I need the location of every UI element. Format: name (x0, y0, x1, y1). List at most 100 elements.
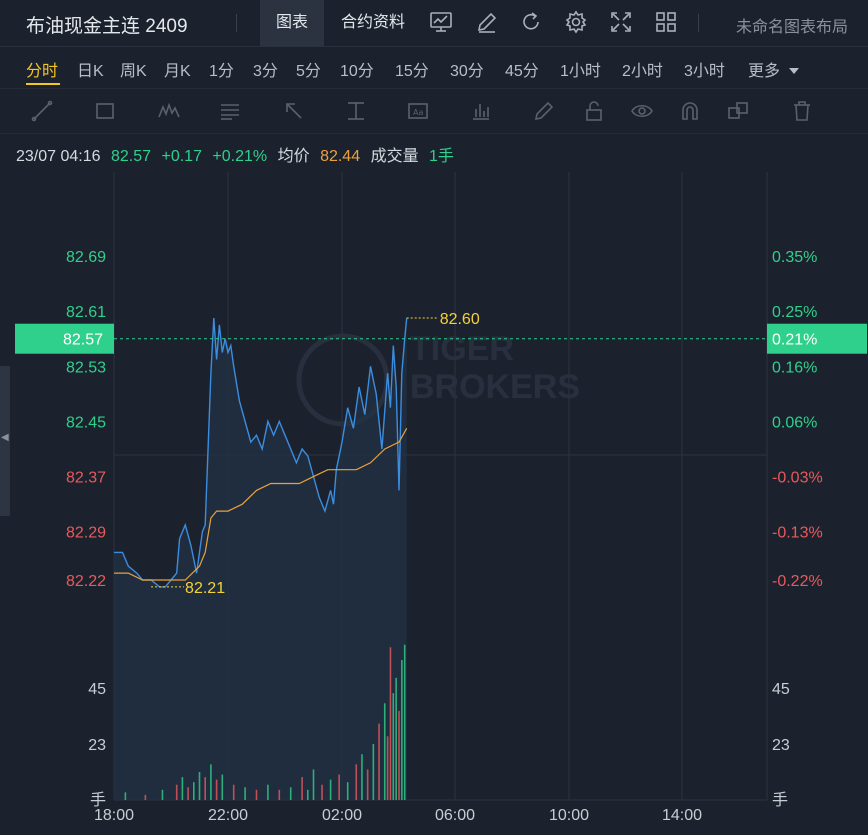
volume-tick-label: 23 (772, 737, 790, 754)
time-tick-label: 02:00 (322, 807, 362, 824)
volume-bar (392, 693, 395, 800)
pattern-tool-icon[interactable] (157, 99, 181, 123)
volume-bar (401, 660, 403, 800)
volume-bar (144, 794, 147, 800)
current-price-badge-label: 82.57 (63, 332, 103, 349)
volume-bar (372, 744, 375, 800)
bar-tool-icon[interactable] (469, 99, 493, 123)
volume-bar (244, 787, 246, 800)
volume-bar (307, 789, 309, 800)
duplicate-icon[interactable] (726, 99, 750, 123)
lock-icon[interactable] (582, 99, 606, 123)
measure-tool-icon[interactable] (344, 99, 368, 123)
pct-tick-label: 0.06% (772, 414, 817, 431)
volume-bar (361, 754, 363, 800)
tf-daily[interactable]: 日K (77, 57, 104, 81)
top-bar: 布油现金主连 2409 图表 合约资料 未命名图表布局 (0, 0, 868, 47)
volume-bar (215, 779, 218, 800)
fullscreen-icon[interactable] (608, 9, 634, 35)
volume-bar (389, 647, 392, 800)
tf-5min[interactable]: 5分 (296, 57, 321, 81)
volume-tick-label: 23 (88, 737, 106, 754)
volume-bar (255, 789, 258, 800)
price-area (114, 318, 407, 800)
volume-value: 1手 (429, 148, 454, 165)
high-marker-label: 82.60 (440, 311, 480, 328)
volume-bar (312, 769, 315, 800)
volume-bar (338, 774, 340, 800)
active-tab-indicator (26, 83, 60, 85)
instrument-title: 布油现金主连 2409 (26, 16, 188, 37)
volume-bar (232, 784, 235, 800)
chart-settings-icon[interactable] (428, 9, 454, 35)
pct-tick-label: 0.35% (772, 249, 817, 266)
volume-bar (383, 703, 386, 800)
refresh-icon[interactable] (518, 9, 544, 35)
pct-tick-label: -0.03% (772, 470, 823, 487)
tf-10min[interactable]: 10分 (340, 57, 374, 81)
magnet-icon[interactable] (678, 99, 702, 123)
quote-change: +0.17 (161, 148, 202, 165)
text-tool-icon[interactable]: Aa (406, 99, 430, 123)
tf-weekly[interactable]: 周K (120, 57, 147, 81)
price-tick-label: 82.29 (66, 525, 106, 542)
tf-3h[interactable]: 3小时 (684, 57, 725, 81)
line-tool-icon[interactable] (30, 99, 54, 123)
volume-bar (346, 782, 349, 800)
intraday-chart[interactable]: TIGERBROKERS 82.69 82.61 82.53 82.45 82.37 82.… (0, 172, 868, 835)
volume-bar (175, 784, 178, 800)
price-tick-label: 82.22 (66, 573, 106, 590)
trash-icon[interactable] (790, 99, 814, 123)
timeframe-bar: 分时 日K 周K 月K 1分 3分 5分 10分 15分 30分 45分 1小时… (0, 47, 868, 87)
tf-15min[interactable]: 15分 (395, 57, 429, 81)
volume-bar (198, 772, 201, 800)
price-tick-label: 82.37 (66, 470, 106, 487)
quote-change-pct: +0.21% (212, 148, 268, 165)
tf-1h[interactable]: 1小时 (560, 57, 601, 81)
more-label: 更多 (748, 63, 781, 80)
eye-icon[interactable] (630, 99, 654, 123)
volume-bar (210, 764, 212, 800)
tf-30min[interactable]: 30分 (450, 57, 484, 81)
volume-label: 成交量 (370, 148, 419, 165)
tab-chart[interactable]: 图表 (260, 0, 325, 46)
volume-bar (278, 789, 281, 800)
price-tick-label: 82.45 (66, 414, 106, 431)
tf-more[interactable]: 更多 (748, 57, 800, 81)
time-tick-label: 14:00 (662, 807, 702, 824)
tf-intraday[interactable]: 分时 (26, 57, 58, 81)
pct-tick-label: -0.22% (772, 573, 823, 590)
volume-tick-label: 45 (772, 681, 790, 698)
quote-datetime: 23/07 04:16 (16, 148, 101, 165)
volume-bar (321, 784, 323, 800)
tf-3min[interactable]: 3分 (253, 57, 278, 81)
volume-tick-label: 45 (88, 681, 106, 698)
quote-price: 82.57 (110, 148, 152, 165)
edit-icon[interactable] (474, 9, 500, 35)
tab-contract-info[interactable]: 合约资料 (325, 0, 421, 46)
tf-monthly[interactable]: 月K (164, 57, 191, 81)
quote-info-bar: 23/07 04:16 82.57 +0.17 +0.21% 均价 82.44 … (16, 142, 460, 166)
tf-2h[interactable]: 2小时 (622, 57, 663, 81)
layout-name[interactable]: 未命名图表布局 (736, 13, 848, 37)
rectangle-tool-icon[interactable] (93, 99, 117, 123)
fib-tool-icon[interactable] (218, 99, 242, 123)
grid-layout-icon[interactable] (653, 9, 679, 35)
price-tick-label: 82.69 (66, 249, 106, 266)
arrow-tool-icon[interactable] (282, 99, 306, 123)
volume-bar (366, 769, 369, 800)
current-pct-badge-label: 0.21% (772, 332, 817, 349)
avg-value: 82.44 (320, 148, 361, 165)
volume-bar (161, 789, 164, 800)
volume-unit-label: 手 (772, 791, 788, 809)
volume-bar (187, 787, 189, 800)
gear-icon[interactable] (563, 9, 589, 35)
tf-45min[interactable]: 45分 (505, 57, 539, 81)
volume-bar (301, 777, 303, 800)
time-tick-label: 18:00 (94, 807, 134, 824)
volume-bar (398, 710, 400, 800)
pen-icon[interactable] (532, 99, 556, 123)
volume-bar (386, 736, 389, 800)
volume-bar (355, 764, 358, 800)
tf-1min[interactable]: 1分 (209, 57, 234, 81)
